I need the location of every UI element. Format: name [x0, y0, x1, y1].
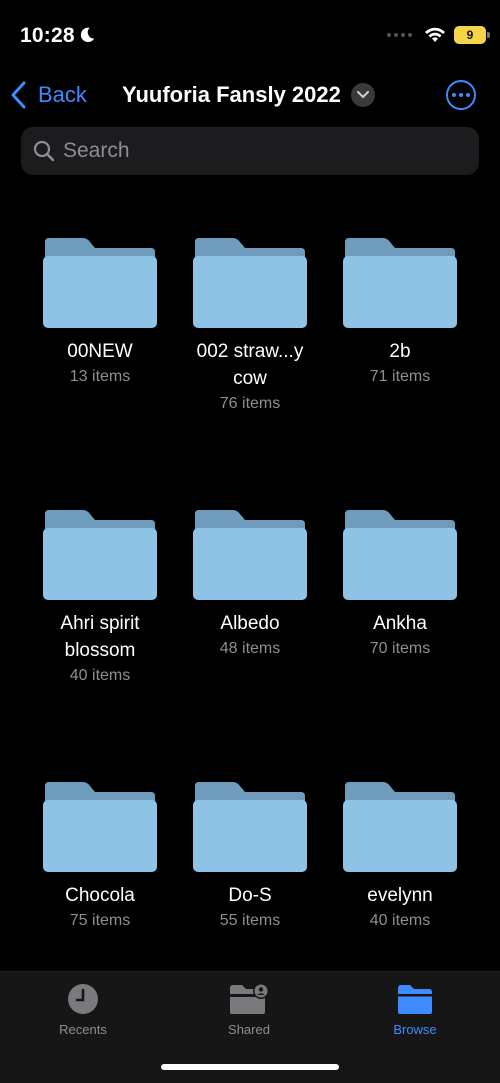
folder-item[interactable]: 2b 71 items — [325, 236, 475, 508]
shared-folder-icon — [230, 983, 269, 1014]
search-input[interactable] — [63, 139, 463, 163]
folder-name: Albedo — [220, 613, 280, 634]
folder-icon — [43, 238, 157, 328]
signal-icon — [387, 33, 412, 37]
ellipsis-icon — [452, 93, 456, 97]
folder-count: 40 items — [369, 912, 431, 929]
folder-count: 13 items — [69, 368, 131, 385]
tab-label: Shared — [228, 1022, 270, 1037]
folder-count: 75 items — [69, 912, 131, 929]
folder-icon — [343, 782, 457, 872]
more-options-button[interactable] — [446, 80, 476, 110]
folder-name: 2b — [389, 341, 411, 362]
page-title: Yuuforia Fansly 2022 — [122, 82, 341, 107]
folder-icon — [343, 510, 457, 600]
folder-name: 00NEW — [67, 341, 133, 362]
folder-icon — [43, 782, 157, 872]
tab-browse[interactable]: Browse — [360, 982, 470, 1037]
status-time: 10:28 — [20, 24, 75, 47]
folder-item[interactable]: Ankha 70 items — [325, 508, 475, 780]
folder-count: 71 items — [369, 368, 431, 385]
tab-recents[interactable]: Recents — [28, 982, 138, 1037]
folder-name: Ahri spirit blossom — [60, 613, 140, 661]
search-icon — [33, 140, 55, 162]
home-indicator — [161, 1064, 339, 1070]
folder-name: Chocola — [65, 885, 135, 906]
folder-name: Do-S — [228, 885, 272, 906]
tab-label: Recents — [59, 1022, 107, 1037]
folder-icon — [193, 510, 307, 600]
status-bar: 10:28 9 — [0, 0, 500, 70]
folder-item[interactable]: 002 straw...y cow 76 items — [175, 236, 325, 508]
folder-grid: 00NEW 13 items 002 straw...y cow 76 item… — [25, 236, 475, 1052]
navigation-bar: Back Yuuforia Fansly 2022 — [0, 72, 500, 120]
folder-name: evelynn — [367, 885, 433, 906]
battery-icon: 9 — [454, 26, 490, 44]
wifi-icon — [425, 27, 445, 42]
moon-icon — [80, 27, 95, 43]
tab-label: Browse — [393, 1022, 437, 1037]
folder-name: 002 straw...y cow — [196, 341, 304, 389]
folder-item[interactable]: Ahri spirit blossom 40 items — [25, 508, 175, 780]
status-indicators: 9 — [387, 26, 490, 44]
back-button[interactable]: Back — [10, 80, 87, 110]
folder-item[interactable]: Albedo 48 items — [175, 508, 325, 780]
folder-count: 55 items — [219, 912, 281, 929]
folder-count: 48 items — [219, 640, 281, 657]
folder-count: 76 items — [219, 395, 281, 412]
folder-count: 40 items — [69, 667, 131, 684]
chevron-down-icon — [356, 91, 369, 99]
title-area[interactable]: Yuuforia Fansly 2022 — [122, 82, 375, 108]
folder-icon — [43, 510, 157, 600]
folder-icon — [193, 238, 307, 328]
back-label: Back — [38, 82, 87, 107]
battery-level: 9 — [466, 28, 474, 42]
tab-shared[interactable]: Shared — [194, 982, 304, 1037]
folder-icon — [343, 238, 457, 328]
folder-item[interactable]: 00NEW 13 items — [25, 236, 175, 508]
search-bar[interactable] — [21, 127, 479, 175]
folder-count: 70 items — [369, 640, 431, 657]
title-menu-button[interactable] — [350, 83, 375, 107]
folder-icon — [398, 985, 432, 1014]
folder-name: Ankha — [373, 613, 427, 634]
clock-icon — [68, 984, 98, 1014]
folder-icon — [193, 782, 307, 872]
chevron-left-icon — [11, 81, 26, 109]
